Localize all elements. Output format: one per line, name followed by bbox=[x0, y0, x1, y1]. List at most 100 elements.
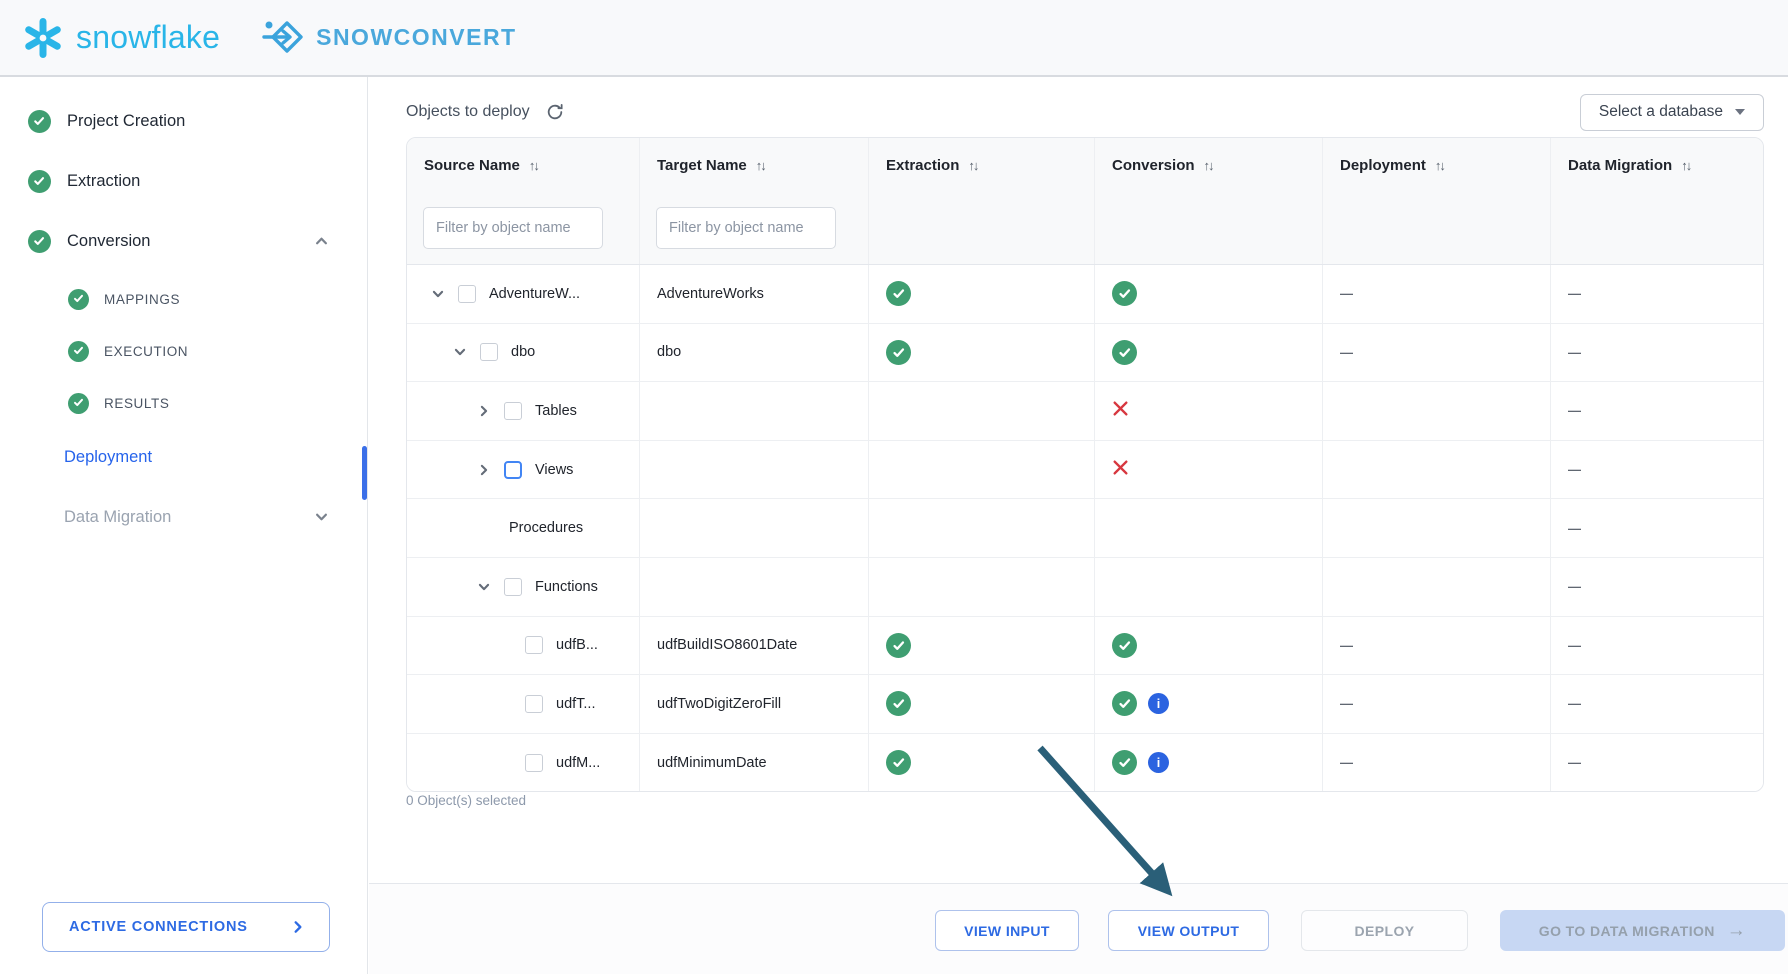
not-applicable-dash: — bbox=[1568, 462, 1581, 477]
target-name-cell bbox=[640, 382, 869, 440]
cell-data-migration: — bbox=[1551, 617, 1763, 675]
sort-icon: ↑↓ bbox=[1435, 158, 1444, 173]
not-applicable-dash: — bbox=[1340, 345, 1353, 360]
info-icon[interactable]: i bbox=[1148, 693, 1169, 714]
sidebar-item-data-migration[interactable]: Data Migration bbox=[0, 497, 367, 537]
chevron-down-icon[interactable] bbox=[314, 510, 329, 525]
success-check-icon bbox=[886, 750, 911, 775]
cell-deployment bbox=[1323, 558, 1551, 616]
success-check-icon bbox=[28, 110, 51, 133]
sidebar-item-label: Data Migration bbox=[64, 508, 171, 527]
cell-data-migration: — bbox=[1551, 558, 1763, 616]
target-name-cell: udfBuildISO8601Date bbox=[640, 617, 869, 675]
cell-conversion bbox=[1095, 265, 1323, 323]
sidebar-item-project-creation[interactable]: Project Creation bbox=[0, 101, 367, 141]
sidebar-item-conversion[interactable]: Conversion bbox=[0, 221, 367, 261]
cell-data-migration: — bbox=[1551, 382, 1763, 440]
refresh-icon[interactable] bbox=[546, 103, 564, 121]
row-checkbox[interactable] bbox=[504, 578, 522, 596]
sidebar: Project Creation Extraction Conversion MAPP… bbox=[0, 77, 368, 974]
cell-extraction bbox=[869, 382, 1095, 440]
sidebar-item-label: Project Creation bbox=[67, 112, 185, 131]
row-checkbox[interactable] bbox=[525, 695, 543, 713]
chevron-up-icon[interactable] bbox=[314, 234, 329, 249]
target-name-cell: udfTwoDigitZeroFill bbox=[640, 675, 869, 733]
target-name-label: dbo bbox=[657, 344, 681, 360]
view-input-button[interactable]: VIEW INPUT bbox=[935, 910, 1079, 951]
row-checkbox[interactable] bbox=[504, 402, 522, 420]
source-name-filter-input[interactable] bbox=[423, 207, 603, 249]
database-selector[interactable]: Select a database bbox=[1580, 94, 1764, 131]
sidebar-item-label: EXECUTION bbox=[104, 344, 188, 359]
chevron-right-icon[interactable] bbox=[477, 463, 491, 477]
row-checkbox[interactable] bbox=[480, 343, 498, 361]
column-header-deployment[interactable]: Deployment ↑↓ bbox=[1323, 138, 1551, 192]
not-applicable-dash: — bbox=[1568, 638, 1581, 653]
not-applicable-dash: — bbox=[1568, 345, 1581, 360]
cell-conversion bbox=[1095, 499, 1323, 557]
source-name-cell: Views bbox=[407, 441, 640, 499]
sort-icon: ↑↓ bbox=[529, 158, 538, 173]
not-applicable-dash: — bbox=[1340, 755, 1353, 770]
arrow-right-icon: → bbox=[1727, 921, 1746, 940]
chevron-down-icon[interactable] bbox=[453, 345, 467, 359]
sidebar-item-deployment[interactable]: Deployment bbox=[0, 437, 367, 477]
row-checkbox[interactable] bbox=[525, 636, 543, 654]
sidebar-item-execution[interactable]: EXECUTION bbox=[0, 333, 367, 369]
column-header-conversion[interactable]: Conversion↑↓ bbox=[1095, 138, 1323, 192]
column-header-data-migration[interactable]: Data Migration↑↓ bbox=[1551, 138, 1763, 192]
target-name-cell: AdventureWorks bbox=[640, 265, 869, 323]
sidebar-item-label: RESULTS bbox=[104, 396, 169, 411]
active-connections-button[interactable]: ACTIVE CONNECTIONS bbox=[42, 902, 330, 952]
cell-extraction bbox=[869, 499, 1095, 557]
source-name-label: AdventureW... bbox=[489, 286, 580, 302]
cell-data-migration: — bbox=[1551, 441, 1763, 499]
cell-extraction bbox=[869, 675, 1095, 733]
column-header-source-name[interactable]: Source Name↑↓ bbox=[407, 138, 640, 192]
cell-extraction bbox=[869, 558, 1095, 616]
source-name-label: Functions bbox=[535, 579, 598, 595]
source-name-label: Views bbox=[535, 462, 573, 478]
sidebar-item-extraction[interactable]: Extraction bbox=[0, 161, 367, 201]
cell-deployment: — bbox=[1323, 617, 1551, 675]
success-check-icon bbox=[1112, 633, 1137, 658]
column-header-label: Target Name bbox=[657, 157, 747, 174]
sidebar-item-mappings[interactable]: MAPPINGS bbox=[0, 281, 367, 317]
sidebar-item-results[interactable]: RESULTS bbox=[0, 385, 367, 421]
chevron-down-icon[interactable] bbox=[431, 287, 445, 301]
table-row: Tables— bbox=[407, 382, 1763, 441]
success-check-icon bbox=[886, 633, 911, 658]
view-output-button[interactable]: VIEW OUTPUT bbox=[1108, 910, 1269, 951]
column-header-target-name[interactable]: Target Name ↑↓ bbox=[640, 138, 869, 192]
table-filter-row bbox=[407, 192, 1763, 265]
chevron-right-icon[interactable] bbox=[477, 404, 491, 418]
target-name-cell: dbo bbox=[640, 324, 869, 382]
cell-extraction bbox=[869, 324, 1095, 382]
table-row: Views — bbox=[407, 441, 1763, 500]
target-name-label: udfTwoDigitZeroFill bbox=[657, 696, 781, 712]
column-header-extraction[interactable]: Extraction↑↓ bbox=[869, 138, 1095, 192]
row-checkbox[interactable] bbox=[504, 461, 522, 479]
error-cross-icon bbox=[1112, 400, 1129, 421]
chevron-down-icon[interactable] bbox=[477, 580, 491, 594]
database-selector-label: Select a database bbox=[1599, 103, 1723, 121]
table-row: Procedures— bbox=[407, 499, 1763, 558]
app-header: snowflake SNOWCONVERT bbox=[0, 0, 1788, 77]
cell-conversion bbox=[1095, 617, 1323, 675]
success-check-icon bbox=[1112, 281, 1137, 306]
sidebar-nav: Project Creation Extraction Conversion MAPP… bbox=[0, 77, 367, 537]
info-icon[interactable]: i bbox=[1148, 752, 1169, 773]
sort-icon: ↑↓ bbox=[756, 158, 765, 173]
table-row: AdventureW...AdventureWorks—— bbox=[407, 265, 1763, 324]
cell-conversion: i bbox=[1095, 675, 1323, 733]
row-checkbox[interactable] bbox=[525, 754, 543, 772]
column-header-label: Deployment bbox=[1340, 157, 1426, 174]
deploy-button[interactable]: DEPLOY bbox=[1301, 910, 1468, 951]
target-name-cell bbox=[640, 499, 869, 557]
sort-icon: ↑↓ bbox=[1204, 158, 1213, 173]
row-checkbox[interactable] bbox=[458, 285, 476, 303]
go-to-data-migration-button[interactable]: GO TO DATA MIGRATION → bbox=[1500, 910, 1785, 951]
target-name-filter-input[interactable] bbox=[656, 207, 836, 249]
source-name-cell: Procedures bbox=[407, 499, 640, 557]
source-name-cell: dbo bbox=[407, 324, 640, 382]
